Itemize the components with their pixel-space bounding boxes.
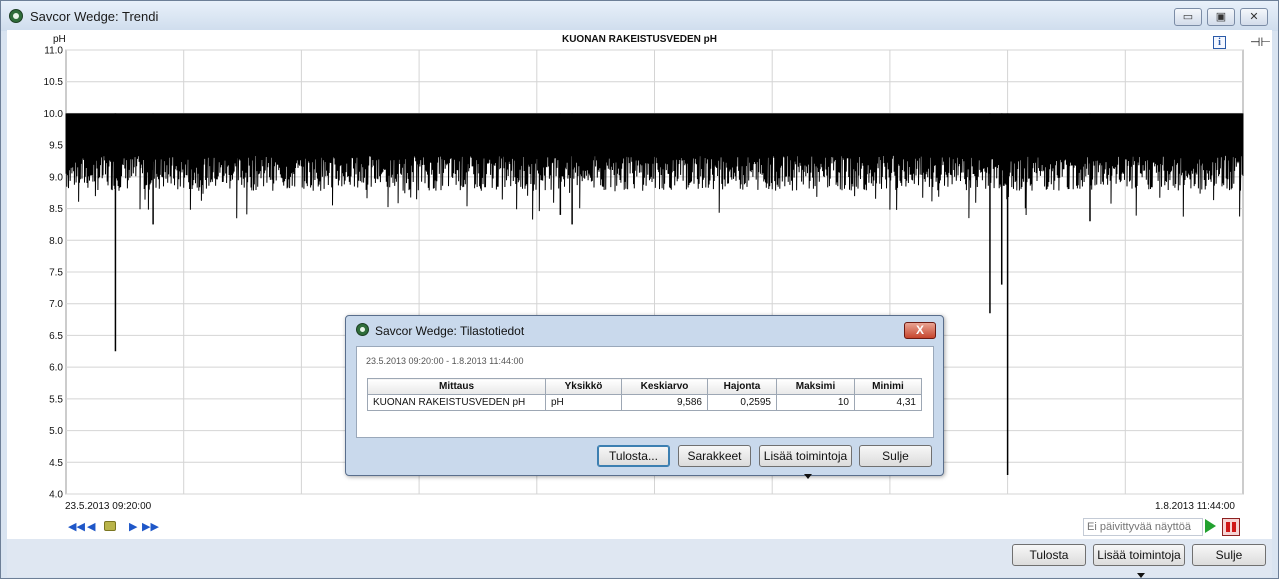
pin-icon[interactable]: ⊣⊢ bbox=[1250, 35, 1271, 49]
table-row[interactable]: KUONAN RAKEISTUSVEDEN pH pH 9,586 0,2595… bbox=[367, 394, 922, 411]
close-button-label: Sulje bbox=[1215, 548, 1243, 562]
print-button[interactable]: Tulosta bbox=[1012, 544, 1086, 566]
y-tick-label: 8.0 bbox=[49, 236, 63, 247]
y-tick-label: 6.0 bbox=[49, 363, 63, 374]
dialog-close-action-button[interactable]: Sulje bbox=[859, 445, 932, 467]
refresh-input[interactable] bbox=[1083, 518, 1203, 536]
savcor-app-icon bbox=[9, 9, 23, 23]
minimize-button[interactable]: ▭ bbox=[1174, 8, 1202, 26]
series-band bbox=[66, 113, 1243, 142]
column-header[interactable]: Yksikkö bbox=[545, 378, 622, 395]
y-tick-label: 9.5 bbox=[49, 141, 63, 152]
column-header[interactable]: Keskiarvo bbox=[621, 378, 708, 395]
y-tick-label: 9.0 bbox=[49, 172, 63, 183]
column-header[interactable]: Hajonta bbox=[707, 378, 777, 395]
window-close-button[interactable]: ✕ bbox=[1240, 8, 1268, 26]
go-next-icon[interactable]: ▶ bbox=[129, 520, 137, 533]
y-tick-label: 6.5 bbox=[49, 331, 63, 342]
y-tick-label: 7.5 bbox=[49, 268, 63, 279]
dialog-more-actions-button[interactable]: Lisää toimintoja bbox=[759, 445, 852, 480]
y-tick-label: 11.0 bbox=[44, 46, 63, 57]
window-title: Savcor Wedge: Trendi bbox=[30, 9, 159, 24]
table-cell: 10 bbox=[776, 394, 855, 411]
info-icon[interactable]: i bbox=[1213, 36, 1226, 49]
x-axis-end-label: 1.8.2013 11:44:00 bbox=[1155, 501, 1235, 512]
savcor-dialog-icon bbox=[356, 323, 369, 336]
dropdown-caret-icon bbox=[1137, 573, 1145, 579]
dropdown-caret-icon bbox=[803, 474, 812, 480]
statistics-dialog: Savcor Wedge: Tilastotiedot X 23.5.2013 … bbox=[345, 315, 944, 480]
y-tick-label: 8.5 bbox=[49, 204, 63, 215]
center-time-icon[interactable] bbox=[104, 521, 116, 531]
table-cell: KUONAN RAKEISTUSVEDEN pH bbox=[367, 394, 546, 411]
title-bar: Savcor Wedge: Trendi ▭ ▣ ✕ bbox=[1, 1, 1278, 31]
column-header[interactable]: Mittaus bbox=[367, 378, 546, 395]
restore-button[interactable]: ▣ bbox=[1207, 8, 1235, 26]
statistics-table: Mittaus Yksikkö Keskiarvo Hajonta Maksim… bbox=[367, 378, 922, 411]
play-icon[interactable] bbox=[1205, 519, 1216, 533]
y-tick-label: 4.0 bbox=[49, 490, 63, 501]
columns-button[interactable]: Sarakkeet bbox=[678, 445, 751, 467]
table-cell: 9,586 bbox=[621, 394, 708, 411]
table-header-row: Mittaus Yksikkö Keskiarvo Hajonta Maksim… bbox=[367, 378, 922, 395]
y-tick-label: 4.5 bbox=[49, 458, 63, 469]
chart-title: KUONAN RAKEISTUSVEDEN pH bbox=[561, 34, 717, 45]
y-tick-label: 5.0 bbox=[49, 426, 63, 437]
dialog-print-button[interactable]: Tulosta... bbox=[597, 445, 670, 467]
table-cell: pH bbox=[545, 394, 622, 411]
close-button[interactable]: Sulje bbox=[1192, 544, 1266, 566]
trend-window: Savcor Wedge: Trendi ▭ ▣ ✕ 11.0 10.5 10.0 9… bbox=[0, 0, 1279, 579]
y-tick-label: 10.0 bbox=[44, 109, 64, 120]
dialog-body: 23.5.2013 09:20:00 - 1.8.2013 11:44:00 M… bbox=[356, 346, 934, 438]
pause-icon[interactable] bbox=[1222, 518, 1240, 536]
print-button-label: Tulosta bbox=[1029, 548, 1069, 562]
go-previous-icon[interactable]: ◀ bbox=[87, 520, 95, 533]
more-actions-label: Lisää toimintoja bbox=[1097, 548, 1181, 562]
x-axis-start-label: 23.5.2013 09:20:00 bbox=[65, 501, 152, 512]
table-cell: 4,31 bbox=[854, 394, 922, 411]
columns-button-label: Sarakkeet bbox=[687, 449, 742, 463]
column-header[interactable]: Maksimi bbox=[776, 378, 855, 395]
table-cell: 0,2595 bbox=[707, 394, 777, 411]
dialog-more-actions-label: Lisää toimintoja bbox=[763, 449, 848, 463]
more-actions-button[interactable]: Lisää toimintoja bbox=[1093, 544, 1185, 579]
dialog-title: Savcor Wedge: Tilastotiedot bbox=[375, 324, 525, 338]
column-header[interactable]: Minimi bbox=[854, 378, 922, 395]
go-last-icon[interactable]: ▶▶ bbox=[142, 520, 159, 533]
y-tick-label: 5.5 bbox=[49, 394, 63, 405]
dialog-print-label: Tulosta... bbox=[609, 449, 658, 463]
dialog-close-action-label: Sulje bbox=[882, 449, 909, 463]
dialog-close-button[interactable]: X bbox=[904, 322, 936, 339]
y-tick-label: 7.0 bbox=[49, 299, 63, 310]
bottom-toolbar: Tulosta Lisää toimintoja Sulje bbox=[7, 539, 1272, 579]
go-first-icon[interactable]: ◀◀ bbox=[68, 520, 85, 533]
period-label: 23.5.2013 09:20:00 - 1.8.2013 11:44:00 bbox=[366, 356, 524, 366]
y-tick-label: 10.5 bbox=[44, 77, 64, 88]
